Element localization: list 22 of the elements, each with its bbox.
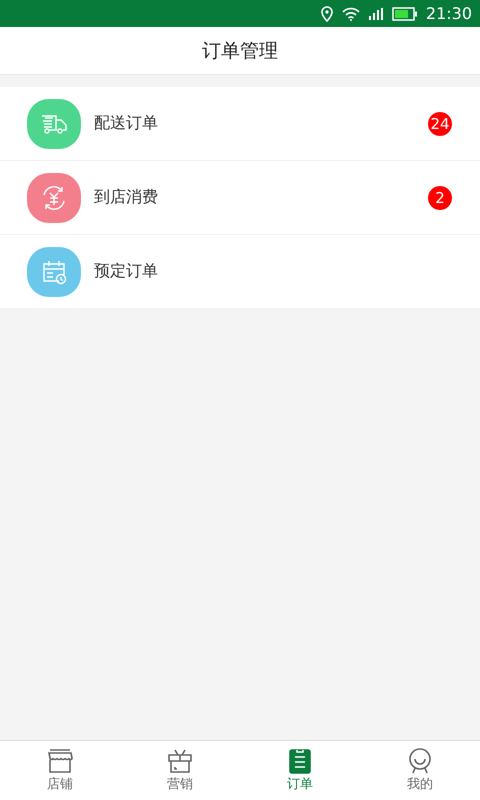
nav-tab[interactable]: 订单 [240,741,360,800]
gift-box-icon [166,748,194,774]
list-icon [286,748,314,774]
battery-icon [392,6,418,20]
wifi-icon [342,6,360,20]
item-label: 预定订单 [94,261,159,282]
signal-icon [368,6,384,20]
status-time: 21:30 [426,4,472,23]
count-badge: 24 [428,112,452,136]
nav-tab[interactable]: 营销 [120,741,240,800]
order-category-item[interactable]: 预定订单 [0,235,480,308]
count-badge: 2 [428,186,452,210]
face-icon [406,748,434,774]
order-category-item[interactable]: 到店消费 2 [0,161,480,235]
nav-tab[interactable]: 店铺 [0,741,120,800]
location-icon [320,6,334,22]
nav-tab[interactable]: 我的 [360,741,480,800]
page-title: 订单管理 [202,38,278,64]
item-label: 配送订单 [94,113,159,134]
shop-icon [46,748,74,774]
item-label: 到店消费 [94,187,159,208]
order-category-item[interactable]: 配送订单 24 [0,87,480,161]
